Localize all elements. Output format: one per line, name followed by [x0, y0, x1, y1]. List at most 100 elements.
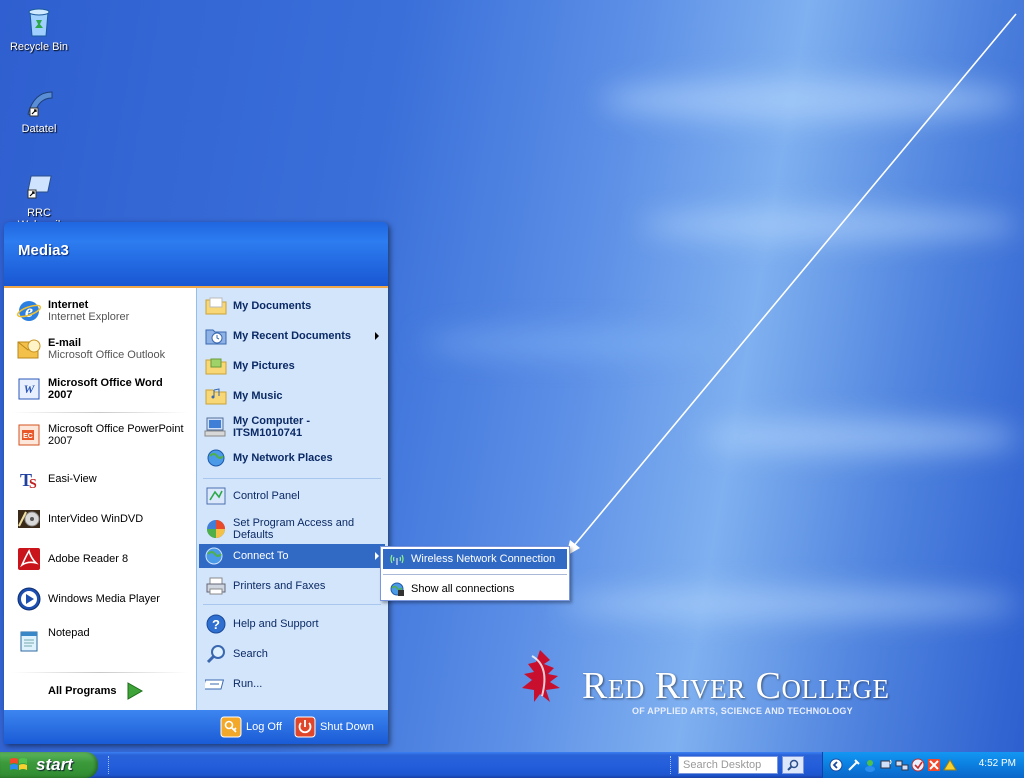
network-tray-icon[interactable]: [895, 758, 909, 772]
wallpaper-streak: [640, 210, 1020, 240]
start-menu: Media3 e Internet Internet Explorer E-ma…: [4, 222, 388, 744]
notepad-icon: [14, 628, 44, 654]
program-easi-view[interactable]: TS Easi-View: [14, 466, 97, 492]
place-label: Connect To: [233, 550, 289, 562]
place-search[interactable]: Search: [203, 642, 268, 666]
place-my-recent-documents[interactable]: My Recent Documents: [203, 324, 383, 348]
program-label: Adobe Reader 8: [48, 553, 129, 565]
place-label: Printers and Faxes: [233, 580, 326, 592]
divider: [12, 412, 188, 413]
program-label: Microsoft Office PowerPoint: [48, 423, 184, 435]
messenger-tray-icon[interactable]: [863, 758, 877, 772]
program-access-icon: [203, 518, 229, 540]
submenu-item-wireless-network-connection[interactable]: Wireless Network Connection: [383, 549, 567, 569]
control-panel-icon: [203, 486, 229, 506]
log-off-button[interactable]: Log Off: [220, 716, 282, 738]
place-label: Set Program Access and: [233, 517, 355, 529]
place-help-and-support[interactable]: ? Help and Support: [203, 612, 319, 636]
submenu-label: Show all connections: [411, 583, 515, 595]
program-subtitle: Microsoft Office Outlook: [48, 349, 166, 361]
folder-icon: [203, 296, 229, 316]
computer-icon: [203, 416, 229, 438]
shut-down-button[interactable]: Shut Down: [294, 716, 374, 738]
place-my-network-places[interactable]: My Network Places: [203, 446, 333, 470]
submenu-item-show-all-connections[interactable]: Show all connections: [383, 579, 567, 599]
divider: [383, 574, 567, 575]
place-label: My Computer -: [233, 415, 310, 427]
search-desktop-button[interactable]: [782, 756, 804, 774]
wallpaper-streak: [420, 330, 720, 356]
place-label: My Pictures: [233, 360, 295, 372]
outlook-icon: [14, 336, 44, 362]
place-my-documents[interactable]: My Documents: [203, 294, 311, 318]
place-label: Run...: [233, 678, 263, 690]
network-places-icon: [203, 448, 229, 468]
program-subtitle: Internet Explorer: [48, 311, 130, 323]
svg-text:?: ?: [212, 617, 220, 632]
svg-text:EC: EC: [23, 433, 33, 440]
program-adobe-reader[interactable]: Adobe Reader 8: [14, 546, 128, 572]
start-button[interactable]: start: [0, 752, 98, 778]
clock[interactable]: 4:52 PM: [979, 758, 1016, 769]
place-my-pictures[interactable]: My Pictures: [203, 354, 295, 378]
user-name: Media3: [18, 242, 69, 259]
key-icon: [220, 716, 242, 738]
all-programs-button[interactable]: All Programs: [48, 680, 144, 702]
place-set-program-access[interactable]: Set Program Access and Defaults: [203, 514, 354, 544]
update-tray-icon[interactable]: [943, 758, 957, 772]
toolbar-grip[interactable]: [670, 756, 673, 774]
program-email[interactable]: E-mail Microsoft Office Outlook: [14, 336, 165, 362]
desktop-icon-label: Datatel: [21, 123, 57, 135]
power-icon: [294, 716, 316, 738]
windvd-icon: [14, 506, 44, 532]
program-label-line2: 2007: [48, 435, 73, 447]
search-icon: [203, 643, 229, 665]
place-my-computer[interactable]: My Computer - ITSM1010741: [203, 412, 310, 442]
recycle-bin-icon: [28, 8, 50, 37]
place-label: My Network Places: [233, 452, 333, 464]
red-river-college-logo: Red River College OF APPLIED ARTS, SCIEN…: [520, 640, 889, 720]
show-hidden-icons-button[interactable]: [829, 758, 843, 772]
places-panel: My Documents My Recent Documents My Pict…: [197, 288, 388, 710]
security-tray-icon[interactable]: [911, 758, 925, 772]
desktop-icon-label: Recycle Bin: [9, 41, 69, 53]
search-icon: [787, 759, 799, 771]
printer-icon: [203, 576, 229, 596]
program-label: Windows Media Player: [48, 593, 160, 605]
place-connect-to[interactable]: Connect To: [199, 544, 385, 568]
search-desktop-input[interactable]: Search Desktop: [678, 756, 778, 774]
log-off-label: Log Off: [246, 721, 282, 733]
program-powerpoint[interactable]: EC Microsoft Office PowerPoint 2007: [14, 422, 184, 448]
connect-to-icon: [199, 546, 229, 566]
start-menu-footer: Log Off Shut Down: [4, 710, 388, 744]
taskbar-grip[interactable]: [108, 756, 111, 774]
program-title: E-mail: [48, 337, 82, 349]
word-icon: W: [14, 376, 44, 402]
help-icon: ?: [203, 613, 229, 635]
program-notepad[interactable]: Notepad: [14, 627, 90, 654]
wireless-tray-icon[interactable]: [879, 758, 893, 772]
place-control-panel[interactable]: Control Panel: [203, 484, 300, 508]
place-run[interactable]: Run...: [203, 672, 262, 696]
all-programs-label: All Programs: [48, 685, 117, 697]
place-printers-and-faxes[interactable]: Printers and Faxes: [203, 574, 325, 598]
system-tray: 4:52 PM: [822, 752, 1024, 778]
shut-down-label: Shut Down: [320, 721, 374, 733]
program-windvd[interactable]: InterVideo WinDVD: [14, 506, 143, 532]
program-word[interactable]: W Microsoft Office Word 2007: [14, 376, 163, 402]
program-internet[interactable]: e Internet Internet Explorer: [14, 298, 129, 324]
desktop-icon-recycle-bin[interactable]: Recycle Bin: [6, 6, 72, 53]
place-my-music[interactable]: My Music: [203, 384, 283, 408]
internet-explorer-icon: e: [14, 298, 44, 324]
wallpaper-streak: [600, 80, 1020, 120]
tools-tray-icon[interactable]: [847, 758, 861, 772]
college-crest-icon: [522, 650, 560, 702]
program-label: Easi-View: [48, 473, 97, 485]
submenu-arrow-icon: [375, 552, 379, 560]
taskbar: start Search Desktop 4:52 PM: [0, 752, 1024, 778]
program-media-player[interactable]: Windows Media Player: [14, 586, 160, 612]
alert-tray-icon[interactable]: [927, 758, 941, 772]
desktop-icon-datatel[interactable]: Datatel: [6, 88, 72, 135]
place-label: Help and Support: [233, 618, 319, 630]
place-label: My Documents: [233, 300, 312, 312]
